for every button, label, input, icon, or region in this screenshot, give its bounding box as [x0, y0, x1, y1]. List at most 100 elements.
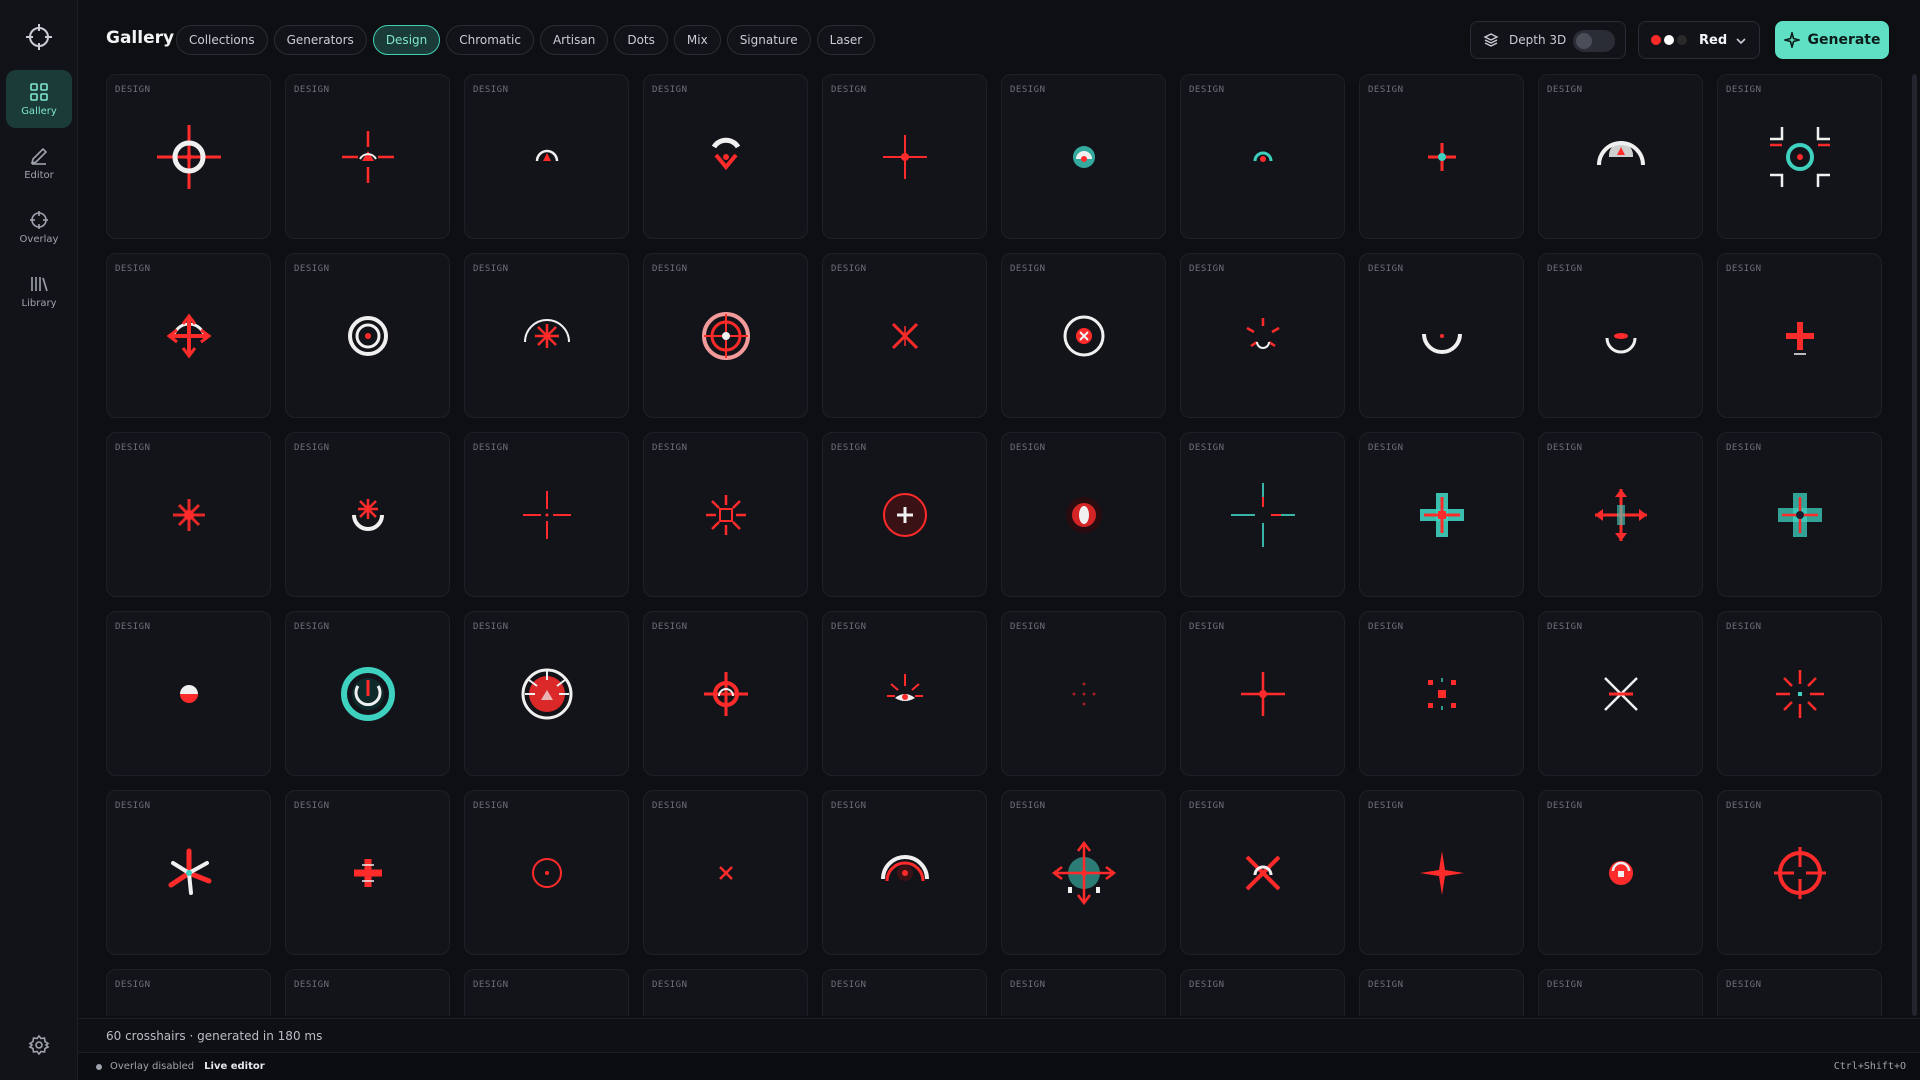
- crosshair-card[interactable]: DESIGN: [1538, 969, 1703, 1016]
- crosshair-card[interactable]: DESIGN: [822, 74, 987, 239]
- crosshair-card[interactable]: DESIGN: [1359, 969, 1524, 1016]
- crosshair-card[interactable]: DESIGN: [106, 253, 271, 418]
- sidebar-item-overlay[interactable]: Overlay: [6, 198, 72, 256]
- crosshair-preview-icon: [1605, 333, 1637, 354]
- crosshair-card[interactable]: DESIGN: [464, 611, 629, 776]
- crosshair-card[interactable]: DESIGN: [106, 432, 271, 597]
- crosshair-card[interactable]: DESIGN: [106, 790, 271, 955]
- crosshair-card[interactable]: DESIGN: [1180, 74, 1345, 239]
- crosshair-card[interactable]: DESIGN: [1359, 74, 1524, 239]
- crosshair-card[interactable]: DESIGN: [643, 790, 808, 955]
- crosshair-preview-icon: [166, 313, 212, 359]
- gear-icon[interactable]: [28, 1034, 50, 1056]
- crosshair-card[interactable]: DESIGN: [1359, 432, 1524, 597]
- crosshair-preview-icon: [1597, 141, 1645, 166]
- tab-mix[interactable]: Mix: [673, 25, 721, 55]
- crosshair-card[interactable]: DESIGN: [1538, 611, 1703, 776]
- crosshair-card[interactable]: DESIGN: [1001, 969, 1166, 1016]
- crosshair-card[interactable]: DESIGN: [1001, 611, 1166, 776]
- crosshair-card[interactable]: DESIGN: [1001, 253, 1166, 418]
- crosshair-card[interactable]: DESIGN: [464, 969, 629, 1016]
- crosshair-card[interactable]: DESIGN: [464, 74, 629, 239]
- crosshair-preview-icon: [1044, 1012, 1124, 1016]
- crosshair-card[interactable]: DESIGN: [822, 611, 987, 776]
- card-category-tag: DESIGN: [831, 443, 867, 453]
- sidebar-item-editor[interactable]: Editor: [6, 134, 72, 192]
- crosshair-card[interactable]: DESIGN: [822, 432, 987, 597]
- crosshair-card[interactable]: DESIGN: [1717, 253, 1882, 418]
- depth-3d-toggle[interactable]: [1573, 30, 1615, 52]
- crosshair-card[interactable]: DESIGN: [822, 253, 987, 418]
- crosshair-card[interactable]: DESIGN: [1538, 253, 1703, 418]
- crosshair-card[interactable]: DESIGN: [106, 611, 271, 776]
- card-category-tag: DESIGN: [1368, 980, 1404, 990]
- crosshair-card[interactable]: DESIGN: [464, 432, 629, 597]
- crosshair-preview-icon: [1051, 840, 1117, 906]
- crosshair-card[interactable]: DESIGN: [1717, 790, 1882, 955]
- crosshair-card[interactable]: DESIGN: [1001, 790, 1166, 955]
- crosshair-card[interactable]: DESIGN: [1180, 432, 1345, 597]
- category-tabs: Collections Generators Design Chromatic …: [176, 25, 876, 55]
- crosshair-card[interactable]: DESIGN: [285, 969, 450, 1016]
- crosshair-card[interactable]: DESIGN: [1717, 74, 1882, 239]
- crosshair-card[interactable]: DESIGN: [1717, 969, 1882, 1016]
- crosshair-card[interactable]: DESIGN: [1001, 74, 1166, 239]
- crosshair-card[interactable]: DESIGN: [1180, 253, 1345, 418]
- crosshair-card[interactable]: DESIGN: [106, 969, 271, 1016]
- crosshair-card[interactable]: DESIGN: [285, 74, 450, 239]
- card-category-tag: DESIGN: [652, 264, 688, 274]
- crosshair-card[interactable]: DESIGN: [106, 74, 271, 239]
- crosshair-card[interactable]: DESIGN: [1180, 969, 1345, 1016]
- crosshair-card[interactable]: DESIGN: [285, 432, 450, 597]
- crosshair-card[interactable]: DESIGN: [822, 790, 987, 955]
- sidebar-item-label: Gallery: [21, 105, 57, 117]
- color-select[interactable]: Red: [1638, 21, 1760, 59]
- tab-artisan[interactable]: Artisan: [539, 25, 609, 55]
- crosshair-card[interactable]: DESIGN: [1180, 611, 1345, 776]
- crosshair-card[interactable]: DESIGN: [1538, 74, 1703, 239]
- card-category-tag: DESIGN: [831, 264, 867, 274]
- crosshair-card[interactable]: DESIGN: [1538, 790, 1703, 955]
- live-editor-link[interactable]: Live editor: [204, 1061, 265, 1072]
- tab-collections[interactable]: Collections: [176, 25, 268, 55]
- sidebar-item-gallery[interactable]: Gallery: [6, 70, 72, 128]
- crosshair-card[interactable]: DESIGN: [464, 253, 629, 418]
- app-logo-icon[interactable]: [24, 22, 54, 52]
- crosshair-preview-icon: [865, 1012, 945, 1016]
- crosshair-card[interactable]: DESIGN: [285, 790, 450, 955]
- crosshair-card[interactable]: DESIGN: [643, 74, 808, 239]
- crosshair-card[interactable]: DESIGN: [285, 253, 450, 418]
- tab-chromatic[interactable]: Chromatic: [446, 25, 534, 55]
- crosshair-preview-icon: [342, 131, 394, 183]
- tab-generators[interactable]: Generators: [273, 25, 367, 55]
- tab-design[interactable]: Design: [372, 25, 441, 55]
- crosshair-card[interactable]: DESIGN: [643, 253, 808, 418]
- crosshair-preview-icon: [706, 495, 746, 535]
- crosshair-card[interactable]: DESIGN: [1717, 432, 1882, 597]
- tab-dots[interactable]: Dots: [614, 25, 668, 55]
- tab-laser[interactable]: Laser: [816, 25, 876, 55]
- crosshair-card[interactable]: DESIGN: [285, 611, 450, 776]
- sidebar-item-library[interactable]: Library: [6, 262, 72, 320]
- crosshair-card[interactable]: DESIGN: [1359, 790, 1524, 955]
- crosshair-preview-icon: [1581, 1012, 1661, 1016]
- tab-signature[interactable]: Signature: [726, 25, 811, 55]
- crosshair-card[interactable]: DESIGN: [643, 611, 808, 776]
- crosshair-card[interactable]: DESIGN: [1001, 432, 1166, 597]
- crosshair-card[interactable]: DESIGN: [1538, 432, 1703, 597]
- card-category-tag: DESIGN: [1726, 443, 1762, 453]
- depth-3d-label: Depth 3D: [1509, 33, 1567, 47]
- crosshair-card[interactable]: DESIGN: [1180, 790, 1345, 955]
- gallery-scrollbar[interactable]: [1912, 74, 1917, 1016]
- card-category-tag: DESIGN: [652, 980, 688, 990]
- sparkle-icon: [1783, 32, 1800, 48]
- crosshair-card[interactable]: DESIGN: [1359, 611, 1524, 776]
- generate-button[interactable]: Generate: [1775, 21, 1889, 59]
- crosshair-card[interactable]: DESIGN: [643, 969, 808, 1016]
- crosshair-card[interactable]: DESIGN: [1359, 253, 1524, 418]
- crosshair-card[interactable]: DESIGN: [464, 790, 629, 955]
- crosshair-card[interactable]: DESIGN: [643, 432, 808, 597]
- crosshair-card[interactable]: DESIGN: [1717, 611, 1882, 776]
- crosshair-card[interactable]: DESIGN: [822, 969, 987, 1016]
- card-category-tag: DESIGN: [1189, 85, 1225, 95]
